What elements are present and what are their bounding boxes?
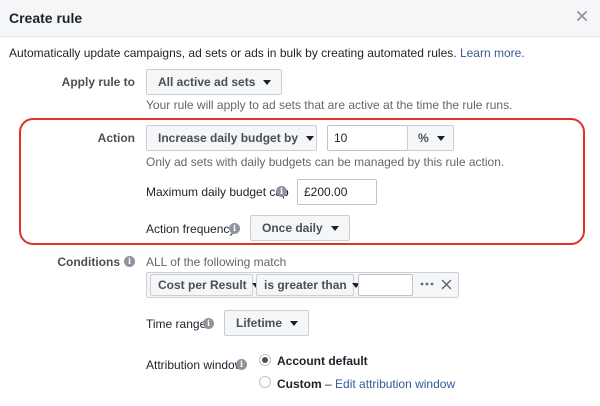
edit-attribution-window-link[interactable]: Edit attribution window xyxy=(335,377,455,391)
condition-metric-dropdown[interactable]: Cost per Result xyxy=(150,274,260,296)
action-frequency-value: Once daily xyxy=(262,221,323,235)
caret-down-icon xyxy=(290,320,299,326)
caret-down-icon xyxy=(263,79,272,85)
account-default-label[interactable]: Account default xyxy=(277,354,368,368)
close-icon[interactable] xyxy=(441,279,452,290)
conditions-label: Conditions xyxy=(57,255,120,269)
intro-text: Automatically update campaigns, ad sets … xyxy=(9,46,525,60)
radio-account-default[interactable] xyxy=(259,354,271,366)
info-icon[interactable]: i xyxy=(124,256,135,267)
conditions-match-text: ALL of the following match xyxy=(146,255,287,269)
info-icon[interactable]: i xyxy=(276,186,287,197)
action-help: Only ad sets with daily budgets can be m… xyxy=(146,155,505,169)
apply-rule-value: All active ad sets xyxy=(158,75,256,89)
action-frequency-dropdown[interactable]: Once daily xyxy=(250,215,350,241)
action-unit-value: % xyxy=(418,131,429,145)
action-unit-dropdown[interactable]: % xyxy=(407,125,454,151)
dialog-header: Create rule xyxy=(0,0,600,37)
apply-rule-label: Apply rule to xyxy=(61,75,135,89)
close-icon[interactable] xyxy=(575,9,589,23)
condition-operator-dropdown[interactable]: is greater than xyxy=(256,274,360,296)
condition-value-input[interactable] xyxy=(358,274,413,296)
radio-custom[interactable] xyxy=(259,376,271,388)
custom-label[interactable]: Custom xyxy=(277,377,322,391)
custom-option: Custom – Edit attribution window xyxy=(277,377,455,391)
attribution-label: Attribution window xyxy=(146,358,244,372)
custom-dash: – xyxy=(325,377,332,391)
action-amount-input[interactable]: 10 xyxy=(327,125,408,151)
action-type-dropdown[interactable]: Increase daily budget by xyxy=(146,125,317,151)
action-label: Action xyxy=(97,131,135,145)
intro-description: Automatically update campaigns, ad sets … xyxy=(9,46,457,60)
caret-down-icon xyxy=(330,225,339,231)
action-frequency-label: Action frequency xyxy=(146,222,236,236)
max-cap-label: Maximum daily budget cap xyxy=(146,185,289,199)
max-cap-input[interactable]: £200.00 xyxy=(297,179,377,205)
caret-down-icon xyxy=(306,135,315,141)
caret-down-icon xyxy=(436,135,445,141)
apply-rule-dropdown[interactable]: All active ad sets xyxy=(146,69,283,95)
time-range-value: Lifetime xyxy=(236,316,283,330)
info-icon[interactable]: i xyxy=(203,318,214,329)
ellipsis-icon[interactable] xyxy=(420,281,434,287)
condition-metric-value: Cost per Result xyxy=(158,278,247,292)
time-range-dropdown[interactable]: Lifetime xyxy=(224,310,310,336)
action-type-value: Increase daily budget by xyxy=(158,131,299,145)
dialog-title: Create rule xyxy=(9,10,83,26)
condition-operator-value: is greater than xyxy=(264,278,347,292)
info-icon[interactable]: i xyxy=(229,223,240,234)
apply-rule-help: Your rule will apply to ad sets that are… xyxy=(146,98,513,112)
time-range-label: Time range xyxy=(146,317,207,331)
info-icon[interactable]: i xyxy=(236,359,247,370)
learn-more-link[interactable]: Learn more. xyxy=(460,46,525,60)
